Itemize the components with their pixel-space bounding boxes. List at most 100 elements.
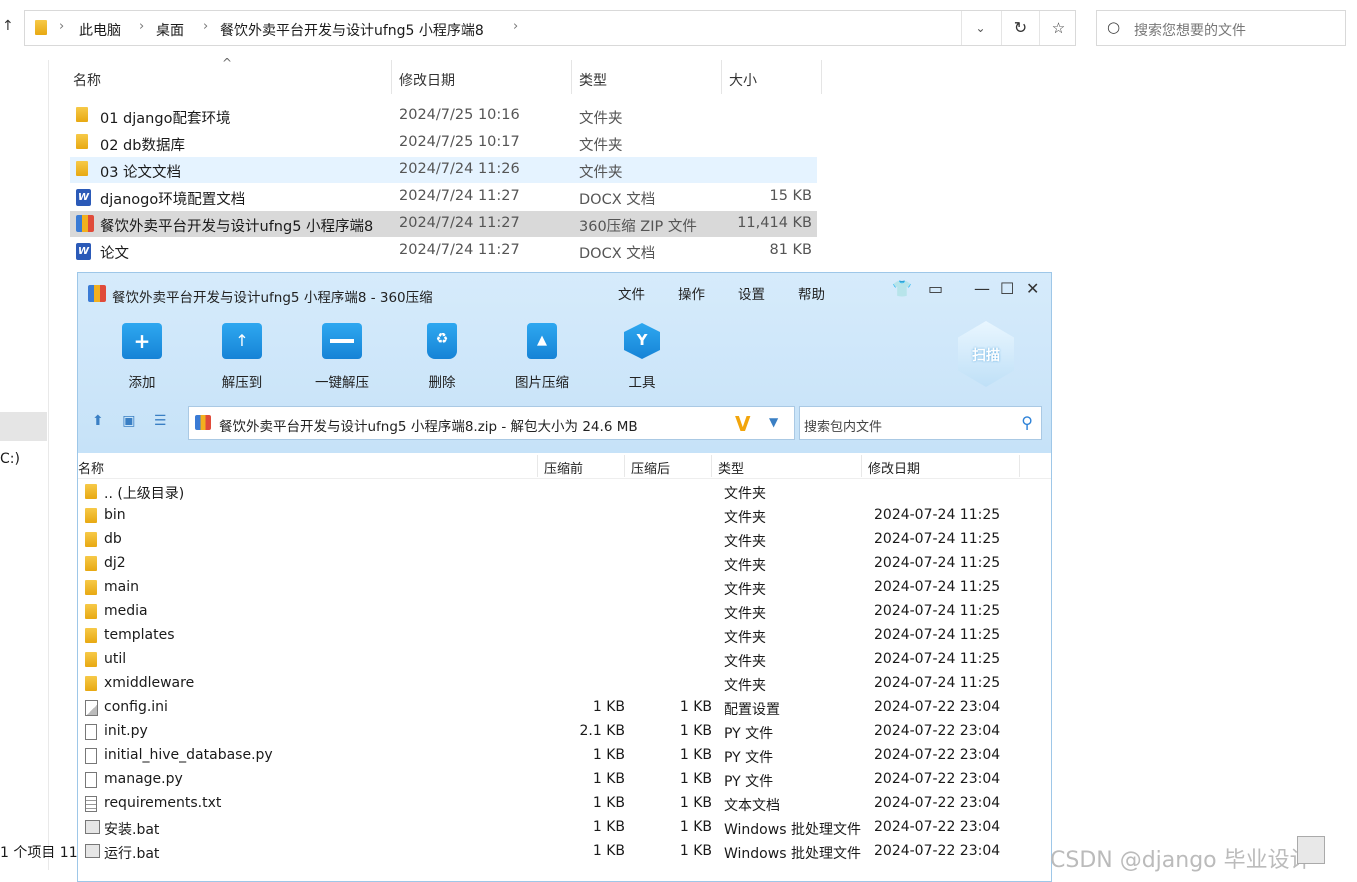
archive-row[interactable]: media 文件夹 2024-07-24 11:25 bbox=[78, 600, 1051, 624]
close-icon[interactable]: ✕ bbox=[1026, 279, 1039, 298]
list-view-icon[interactable]: ☰ bbox=[154, 413, 167, 429]
breadcrumb-this-pc[interactable]: 此电脑 bbox=[79, 20, 121, 40]
extract-to-button[interactable]: ↑ 解压到 bbox=[202, 323, 282, 391]
column-size[interactable]: 大小 bbox=[729, 70, 757, 90]
archive-item-size-after: 1 KB bbox=[679, 795, 712, 811]
tool-label: 删除 bbox=[428, 375, 456, 391]
explorer-search-input[interactable]: ○ 搜索您想要的文件 bbox=[1096, 10, 1346, 46]
word-icon: W bbox=[76, 188, 91, 206]
delete-button[interactable]: ♻ 删除 bbox=[402, 323, 482, 391]
image-compress-button[interactable]: ▲ 图片压缩 bbox=[502, 323, 582, 391]
one-click-extract-button[interactable]: 一键解压 bbox=[302, 323, 382, 391]
scan-button[interactable]: 扫描 bbox=[958, 321, 1014, 387]
archive-row[interactable]: 安装.bat 1 KB 1 KB Windows 批处理文件 2024-07-22 23… bbox=[78, 816, 1051, 840]
archive-row[interactable]: db 文件夹 2024-07-24 11:25 bbox=[78, 528, 1051, 552]
archive-row[interactable]: .. (上级目录) 文件夹 bbox=[78, 480, 1051, 504]
column-divider[interactable] bbox=[711, 455, 712, 477]
column-divider[interactable] bbox=[537, 455, 538, 477]
folder-icon bbox=[85, 604, 97, 623]
thumbnail-view-icon[interactable]: ▣ bbox=[122, 413, 135, 429]
corner-button[interactable] bbox=[1297, 836, 1325, 864]
address-bar[interactable]: › 此电脑 › 桌面 › 餐饮外卖平台开发与设计ufng5 小程序端8 › ⌄ … bbox=[24, 10, 1076, 46]
minimize-icon[interactable]: — bbox=[974, 279, 990, 298]
file-date: 2024/7/25 10:17 bbox=[399, 134, 520, 150]
column-divider[interactable] bbox=[391, 60, 392, 94]
image-compress-icon: ▲ bbox=[527, 323, 557, 359]
archive-item-type: 文件夹 bbox=[724, 654, 766, 670]
column-date[interactable]: 修改日期 bbox=[399, 70, 455, 90]
column-divider[interactable] bbox=[1019, 455, 1020, 477]
column-type[interactable]: 类型 bbox=[718, 458, 744, 477]
up-arrow-icon[interactable]: ↑ bbox=[2, 18, 14, 34]
folder-icon bbox=[85, 676, 97, 695]
star-icon[interactable]: ☆ bbox=[1039, 11, 1077, 45]
bat-file-icon bbox=[85, 820, 100, 838]
menu-help[interactable]: 帮助 bbox=[798, 283, 825, 303]
tools-button[interactable]: Y 工具 bbox=[602, 323, 682, 391]
text-file-icon bbox=[85, 796, 97, 816]
archive-path-bar[interactable]: 餐饮外卖平台开发与设计ufng5 小程序端8.zip - 解包大小为 24.6 … bbox=[188, 406, 795, 440]
v-logo-icon[interactable]: V bbox=[735, 412, 750, 436]
archive-row[interactable]: dj2 文件夹 2024-07-24 11:25 bbox=[78, 552, 1051, 576]
column-type[interactable]: 类型 bbox=[579, 70, 607, 90]
file-row[interactable]: 02 db数据库 2024/7/25 10:17 文件夹 bbox=[70, 130, 817, 156]
scan-label: 扫描 bbox=[972, 348, 1000, 364]
nav-selected-item[interactable] bbox=[0, 412, 47, 441]
archive-item-name: initial_hive_database.py bbox=[104, 747, 273, 763]
skin-icon[interactable]: 👕 bbox=[892, 279, 912, 298]
archive-item-name: bin bbox=[104, 507, 126, 523]
archive-row[interactable]: config.ini 1 KB 1 KB 配置设置 2024-07-22 23:04 bbox=[78, 696, 1051, 720]
archive-row[interactable]: util 文件夹 2024-07-24 11:25 bbox=[78, 648, 1051, 672]
archive-item-type: 文件夹 bbox=[724, 582, 766, 598]
bat-file-icon bbox=[85, 844, 100, 862]
file-row[interactable]: W djanogo环境配置文档 2024/7/24 11:27 DOCX 文档 … bbox=[70, 184, 817, 210]
menu-settings[interactable]: 设置 bbox=[738, 283, 765, 303]
menu-file[interactable]: 文件 bbox=[618, 283, 645, 303]
archive-column-header: 名称 压缩前 压缩后 类型 修改日期 bbox=[78, 453, 1051, 479]
archive-item-type: 文件夹 bbox=[724, 558, 766, 574]
file-size: 11,414 KB bbox=[737, 215, 812, 231]
archive-row[interactable]: main 文件夹 2024-07-24 11:25 bbox=[78, 576, 1051, 600]
archive-item-date: 2024-07-24 11:25 bbox=[874, 555, 1001, 571]
search-icon[interactable]: ⚲ bbox=[1021, 413, 1033, 432]
column-name[interactable]: 名称 bbox=[73, 70, 101, 90]
breadcrumb-desktop[interactable]: 桌面 bbox=[156, 20, 184, 40]
search-placeholder: 搜索包内文件 bbox=[804, 420, 883, 435]
archive-search-input[interactable]: 搜索包内文件 ⚲ bbox=[799, 406, 1042, 440]
column-divider[interactable] bbox=[821, 60, 822, 94]
nav-drive-c[interactable]: C:) bbox=[0, 451, 20, 467]
chevron-right-icon[interactable]: › bbox=[513, 19, 518, 34]
menu-action[interactable]: 操作 bbox=[678, 283, 705, 303]
archive-row[interactable]: bin 文件夹 2024-07-24 11:25 bbox=[78, 504, 1051, 528]
column-name[interactable]: 名称 bbox=[78, 458, 104, 477]
archive-row[interactable]: xmiddleware 文件夹 2024-07-24 11:25 bbox=[78, 672, 1051, 696]
chevron-down-icon[interactable]: ⌄ bbox=[961, 11, 999, 45]
archive-row[interactable]: templates 文件夹 2024-07-24 11:25 bbox=[78, 624, 1051, 648]
breadcrumb-current-folder[interactable]: 餐饮外卖平台开发与设计ufng5 小程序端8 bbox=[220, 20, 484, 40]
up-level-icon[interactable]: ⬆ bbox=[92, 413, 104, 429]
archive-item-type: 文件夹 bbox=[724, 534, 766, 550]
archive-row[interactable]: manage.py 1 KB 1 KB PY 文件 2024-07-22 23:04 bbox=[78, 768, 1051, 792]
column-divider[interactable] bbox=[721, 60, 722, 94]
column-date[interactable]: 修改日期 bbox=[868, 458, 920, 477]
column-divider[interactable] bbox=[624, 455, 625, 477]
maximize-icon[interactable]: ☐ bbox=[1000, 279, 1014, 298]
archive-row[interactable]: requirements.txt 1 KB 1 KB 文本文档 2024-07-22 2… bbox=[78, 792, 1051, 816]
column-divider[interactable] bbox=[861, 455, 862, 477]
archive-row[interactable]: init.py 2.1 KB 1 KB PY 文件 2024-07-22 23:04 bbox=[78, 720, 1051, 744]
chevron-right-icon: › bbox=[203, 19, 209, 34]
chevron-down-icon[interactable]: ▼ bbox=[769, 415, 778, 429]
column-divider[interactable] bbox=[571, 60, 572, 94]
archive-row[interactable]: initial_hive_database.py 1 KB 1 KB PY 文件 202… bbox=[78, 744, 1051, 768]
column-after[interactable]: 压缩后 bbox=[631, 458, 670, 477]
folder-icon bbox=[85, 580, 97, 599]
file-row[interactable]: W 论文 2024/7/24 11:27 DOCX 文档 81 KB bbox=[70, 238, 817, 264]
column-before[interactable]: 压缩前 bbox=[544, 458, 583, 477]
archive-row[interactable]: 运行.bat 1 KB 1 KB Windows 批处理文件 2024-07-22 23… bbox=[78, 840, 1051, 864]
add-button[interactable]: + 添加 bbox=[102, 323, 182, 391]
file-row-selected[interactable]: 餐饮外卖平台开发与设计ufng5 小程序端8 2024/7/24 11:27 3… bbox=[70, 211, 817, 237]
file-row-hover[interactable]: 03 论文文档 2024/7/24 11:26 文件夹 bbox=[70, 157, 817, 183]
file-row[interactable]: 01 django配套环境 2024/7/25 10:16 文件夹 bbox=[70, 103, 817, 129]
refresh-icon[interactable]: ↻ bbox=[1001, 11, 1039, 45]
feedback-icon[interactable]: ▭ bbox=[928, 279, 943, 298]
